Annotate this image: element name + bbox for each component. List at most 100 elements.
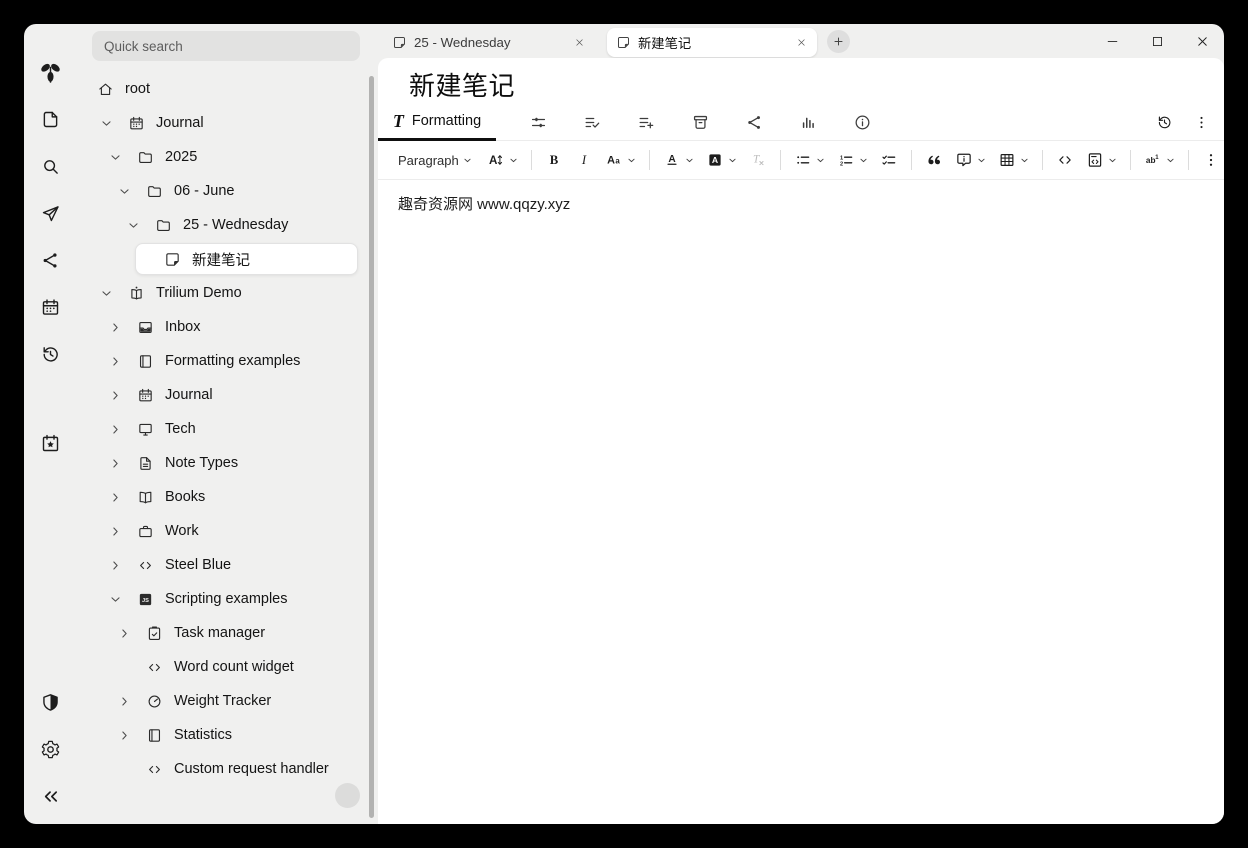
tree-item-25-wednesday[interactable]: 25 - Wednesday	[76, 208, 378, 242]
insert-table-button[interactable]	[993, 145, 1034, 175]
tree-item-label: 2025	[165, 149, 197, 165]
maximize-button[interactable]	[1150, 34, 1165, 49]
tab-25-wednesday[interactable]: 25 - Wednesday	[383, 28, 595, 57]
code-block-button[interactable]	[1081, 145, 1122, 175]
chevron-right-icon[interactable]	[109, 457, 122, 470]
chevron-right-icon[interactable]	[109, 355, 122, 368]
toolbar-separator	[911, 150, 912, 170]
tree-item-steel-blue[interactable]: Steel Blue	[76, 548, 378, 582]
tab-owned-attributes[interactable]	[578, 108, 606, 136]
tree-item-note-types[interactable]: Note Types	[76, 446, 378, 480]
bulleted-list-button[interactable]	[789, 145, 830, 175]
tree-item-root[interactable]: root	[76, 72, 378, 106]
tree-item-scripting-examples[interactable]: JSScripting examples	[76, 582, 378, 616]
chevron-right-icon[interactable]	[109, 321, 122, 334]
chevron-down-icon[interactable]	[109, 593, 122, 606]
revisions-button[interactable]	[1156, 114, 1173, 131]
tree-item-inner: Trilium Demo	[99, 277, 358, 309]
note-title[interactable]: 新建笔记	[409, 66, 1208, 103]
tree-item-inner: Work	[108, 515, 358, 547]
tab-similar-notes[interactable]	[794, 108, 822, 136]
chevron-right-icon[interactable]	[109, 525, 122, 538]
launcher-new-note-button[interactable]	[24, 96, 76, 143]
bold-button[interactable]: B	[540, 145, 568, 175]
tree-item-journal[interactable]: Journal	[76, 378, 378, 412]
inline-code-button[interactable]	[1051, 145, 1079, 175]
chevron-down-icon[interactable]	[127, 219, 140, 232]
launcher-bookmarks-button[interactable]	[24, 420, 76, 467]
new-tab-button[interactable]	[827, 30, 850, 53]
chevron-right-icon[interactable]	[109, 491, 122, 504]
tree-item-work[interactable]: Work	[76, 514, 378, 548]
chevron-right-icon[interactable]	[109, 423, 122, 436]
footnote-button[interactable]: ab1	[1139, 145, 1180, 175]
tree-item-weight-tracker[interactable]: Weight Tracker	[76, 684, 378, 718]
admonition-button[interactable]	[950, 145, 991, 175]
tree-item-formatting-examples[interactable]: Formatting examples	[76, 344, 378, 378]
chevron-right-icon[interactable]	[109, 559, 122, 572]
close-button[interactable]	[1195, 34, 1210, 49]
launcher-note-map-button[interactable]	[24, 237, 76, 284]
tree-item-statistics[interactable]: Statistics	[76, 718, 378, 752]
launcher-search-button[interactable]	[24, 143, 76, 190]
launcher-jump-to-button[interactable]	[24, 190, 76, 237]
launcher-recent-changes-button[interactable]	[24, 331, 76, 378]
launcher-collapse-pane-button[interactable]	[24, 773, 76, 820]
todo-list-button[interactable]	[875, 145, 903, 175]
italic-button[interactable]: I	[570, 145, 598, 175]
tree-item-journal[interactable]: Journal	[76, 106, 378, 140]
paragraph-style-button[interactable]: Paragraph	[390, 145, 480, 175]
quick-search-input[interactable]: Quick search	[92, 31, 360, 61]
calendar-icon	[137, 387, 155, 404]
tree-item-label: Inbox	[165, 319, 200, 335]
launcher-settings-button[interactable]	[24, 726, 76, 773]
chevron-right-icon[interactable]	[118, 729, 131, 742]
tree-item-note[interactable]: 新建笔记	[76, 242, 378, 276]
tab-note-map[interactable]	[740, 108, 768, 136]
launcher-calendar-button[interactable]	[24, 284, 76, 331]
tree-item-trilium-demo[interactable]: Trilium Demo	[76, 276, 378, 310]
font-family-icon: Aa	[605, 151, 623, 169]
tree-item-06-june[interactable]: 06 - June	[76, 174, 378, 208]
launcher-trilium-logo-button[interactable]	[24, 49, 76, 96]
numbered-list-button[interactable]: 12	[832, 145, 873, 175]
launcher-protected-session-button[interactable]	[24, 679, 76, 726]
tab-note-paths[interactable]	[686, 108, 714, 136]
tree-actions-button[interactable]	[335, 783, 360, 808]
ribbon-more-button[interactable]	[1193, 114, 1210, 131]
tree-item-task-manager[interactable]: Task manager	[76, 616, 378, 650]
tab-note-info[interactable]	[848, 108, 876, 136]
font-color-button[interactable]: A	[658, 145, 699, 175]
minimize-button[interactable]	[1105, 34, 1120, 49]
tree-item-inbox[interactable]: Inbox	[76, 310, 378, 344]
tab-note[interactable]: 新建笔记	[607, 28, 817, 57]
tree-scrollbar[interactable]	[369, 76, 374, 818]
chevron-down-icon[interactable]	[109, 151, 122, 164]
tree-item-inner: 2025	[108, 141, 358, 173]
remove-format-button[interactable]: T	[744, 145, 772, 175]
tree-item-2025[interactable]: 2025	[76, 140, 378, 174]
tab-basic-properties[interactable]	[524, 108, 552, 136]
note-editor[interactable]: 趣奇资源网 www.qqzy.xyz	[378, 180, 1224, 824]
close-icon[interactable]	[796, 37, 807, 48]
chevron-right-icon[interactable]	[118, 695, 131, 708]
font-family-button[interactable]: Aa	[600, 145, 641, 175]
tree-item-tech[interactable]: Tech	[76, 412, 378, 446]
tab-formatting[interactable]: T Formatting	[378, 104, 496, 141]
chevron-right-icon[interactable]	[118, 627, 131, 640]
block-quote-button[interactable]	[920, 145, 948, 175]
background-color-button[interactable]: A	[701, 145, 742, 175]
chevron-down-icon[interactable]	[100, 287, 113, 300]
tree-item-custom-request-handler[interactable]: Custom request handler	[76, 752, 378, 786]
close-icon[interactable]	[574, 37, 585, 48]
similar-notes-icon	[799, 113, 818, 132]
tree-item-books[interactable]: Books	[76, 480, 378, 514]
toolbar-more-button[interactable]	[1197, 145, 1224, 175]
font-size-button[interactable]: A	[482, 145, 523, 175]
chevron-down-icon[interactable]	[100, 117, 113, 130]
tab-inherited-attributes[interactable]	[632, 108, 660, 136]
insert-table-icon	[998, 151, 1016, 169]
chevron-right-icon[interactable]	[109, 389, 122, 402]
tree-item-word-count-widget[interactable]: Word count widget	[76, 650, 378, 684]
chevron-down-icon[interactable]	[118, 185, 131, 198]
